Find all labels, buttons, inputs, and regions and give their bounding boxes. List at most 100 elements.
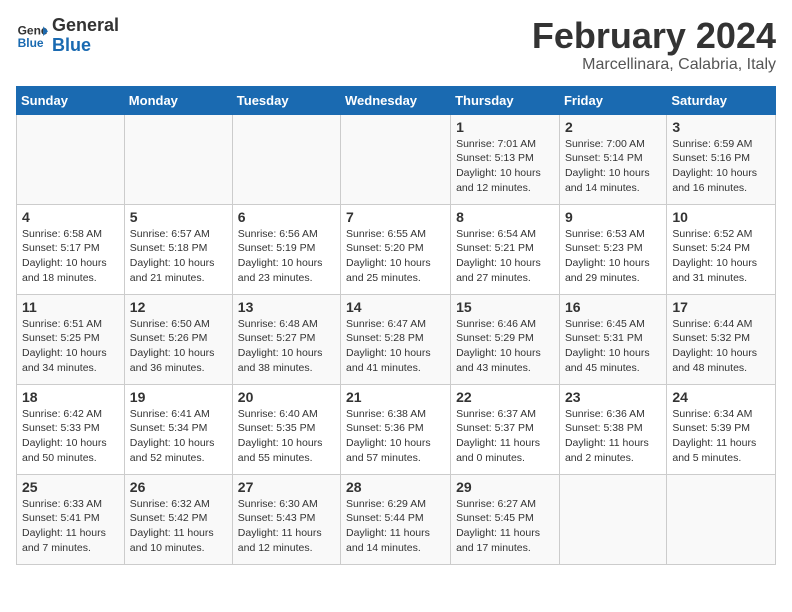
day-number: 16	[565, 299, 661, 315]
day-number: 15	[456, 299, 554, 315]
day-number: 20	[238, 389, 335, 405]
day-info: Sunrise: 6:57 AM Sunset: 5:18 PM Dayligh…	[130, 227, 227, 286]
day-number: 25	[22, 479, 119, 495]
calendar-cell: 6 Sunrise: 6:56 AM Sunset: 5:19 PM Daylig…	[232, 204, 340, 294]
day-number: 29	[456, 479, 554, 495]
weekday-header: Tuesday	[232, 86, 340, 114]
day-number: 27	[238, 479, 335, 495]
calendar-cell: 22Sunrise: 6:37 AM Sunset: 5:37 PM Dayli…	[451, 384, 560, 474]
calendar-week-row: 4 Sunrise: 6:58 AM Sunset: 5:17 PM Daylig…	[17, 204, 776, 294]
day-info: Sunrise: 6:58 AM Sunset: 5:17 PM Dayligh…	[22, 227, 119, 286]
calendar-cell: 26Sunrise: 6:32 AM Sunset: 5:42 PM Dayli…	[124, 474, 232, 564]
day-info: Sunrise: 7:00 AM Sunset: 5:14 PM Dayligh…	[565, 137, 661, 196]
calendar-cell	[341, 114, 451, 204]
day-number: 28	[346, 479, 445, 495]
day-info: Sunrise: 6:40 AM Sunset: 5:35 PM Dayligh…	[238, 407, 335, 466]
day-number: 1	[456, 119, 554, 135]
logo-icon: General Blue	[16, 20, 48, 52]
weekday-header: Sunday	[17, 86, 125, 114]
calendar-cell: 16 Sunrise: 6:45 AM Sunset: 5:31 PM Dayli…	[559, 294, 666, 384]
calendar-cell: 9 Sunrise: 6:53 AM Sunset: 5:23 PM Daylig…	[559, 204, 666, 294]
calendar-cell: 25 Sunrise: 6:33 AM Sunset: 5:41 PM Dayli…	[17, 474, 125, 564]
day-info: Sunrise: 6:38 AM Sunset: 5:36 PM Dayligh…	[346, 407, 445, 466]
calendar-week-row: 1 Sunrise: 7:01 AM Sunset: 5:13 PM Daylig…	[17, 114, 776, 204]
page-header: General Blue General Blue February 2024 …	[16, 16, 776, 74]
weekday-header: Thursday	[451, 86, 560, 114]
calendar-subtitle: Marcellinara, Calabria, Italy	[532, 56, 776, 74]
day-info: Sunrise: 6:29 AM Sunset: 5:44 PM Dayligh…	[346, 497, 445, 556]
calendar-cell: 1 Sunrise: 7:01 AM Sunset: 5:13 PM Daylig…	[451, 114, 560, 204]
calendar-cell	[17, 114, 125, 204]
day-info: Sunrise: 6:37 AM Sunset: 5:37 PM Dayligh…	[456, 407, 554, 466]
calendar-cell: 21 Sunrise: 6:38 AM Sunset: 5:36 PM Dayli…	[341, 384, 451, 474]
calendar-cell: 20 Sunrise: 6:40 AM Sunset: 5:35 PM Dayli…	[232, 384, 340, 474]
day-info: Sunrise: 6:32 AM Sunset: 5:42 PM Dayligh…	[130, 497, 227, 556]
day-number: 11	[22, 299, 119, 315]
calendar-cell: 8 Sunrise: 6:54 AM Sunset: 5:21 PM Daylig…	[451, 204, 560, 294]
calendar-cell	[667, 474, 776, 564]
weekday-header: Monday	[124, 86, 232, 114]
day-info: Sunrise: 6:52 AM Sunset: 5:24 PM Dayligh…	[672, 227, 770, 286]
calendar-cell: 24 Sunrise: 6:34 AM Sunset: 5:39 PM Dayli…	[667, 384, 776, 474]
calendar-cell: 29 Sunrise: 6:27 AM Sunset: 5:45 PM Dayli…	[451, 474, 560, 564]
weekday-header: Wednesday	[341, 86, 451, 114]
day-info: Sunrise: 6:51 AM Sunset: 5:25 PM Dayligh…	[22, 317, 119, 376]
day-info: Sunrise: 6:34 AM Sunset: 5:39 PM Dayligh…	[672, 407, 770, 466]
day-info: Sunrise: 7:01 AM Sunset: 5:13 PM Dayligh…	[456, 137, 554, 196]
logo-text: General Blue	[52, 16, 119, 56]
day-info: Sunrise: 6:41 AM Sunset: 5:34 PM Dayligh…	[130, 407, 227, 466]
day-info: Sunrise: 6:45 AM Sunset: 5:31 PM Dayligh…	[565, 317, 661, 376]
calendar-cell: 27 Sunrise: 6:30 AM Sunset: 5:43 PM Dayli…	[232, 474, 340, 564]
calendar-week-row: 18Sunrise: 6:42 AM Sunset: 5:33 PM Dayli…	[17, 384, 776, 474]
calendar-cell: 15 Sunrise: 6:46 AM Sunset: 5:29 PM Dayli…	[451, 294, 560, 384]
day-number: 4	[22, 209, 119, 225]
calendar-cell	[559, 474, 666, 564]
day-info: Sunrise: 6:59 AM Sunset: 5:16 PM Dayligh…	[672, 137, 770, 196]
day-number: 3	[672, 119, 770, 135]
calendar-cell: 17Sunrise: 6:44 AM Sunset: 5:32 PM Dayli…	[667, 294, 776, 384]
day-info: Sunrise: 6:46 AM Sunset: 5:29 PM Dayligh…	[456, 317, 554, 376]
day-number: 2	[565, 119, 661, 135]
calendar-week-row: 25 Sunrise: 6:33 AM Sunset: 5:41 PM Dayli…	[17, 474, 776, 564]
calendar-cell: 4 Sunrise: 6:58 AM Sunset: 5:17 PM Daylig…	[17, 204, 125, 294]
calendar-cell: 12Sunrise: 6:50 AM Sunset: 5:26 PM Dayli…	[124, 294, 232, 384]
day-number: 9	[565, 209, 661, 225]
calendar-cell: 2 Sunrise: 7:00 AM Sunset: 5:14 PM Daylig…	[559, 114, 666, 204]
calendar-cell: 5Sunrise: 6:57 AM Sunset: 5:18 PM Daylig…	[124, 204, 232, 294]
calendar-week-row: 11 Sunrise: 6:51 AM Sunset: 5:25 PM Dayli…	[17, 294, 776, 384]
calendar-cell: 18Sunrise: 6:42 AM Sunset: 5:33 PM Dayli…	[17, 384, 125, 474]
calendar-title: February 2024	[532, 16, 776, 56]
day-info: Sunrise: 6:53 AM Sunset: 5:23 PM Dayligh…	[565, 227, 661, 286]
day-info: Sunrise: 6:56 AM Sunset: 5:19 PM Dayligh…	[238, 227, 335, 286]
day-number: 24	[672, 389, 770, 405]
calendar-cell: 13 Sunrise: 6:48 AM Sunset: 5:27 PM Dayli…	[232, 294, 340, 384]
title-block: February 2024 Marcellinara, Calabria, It…	[532, 16, 776, 74]
day-number: 21	[346, 389, 445, 405]
day-number: 23	[565, 389, 661, 405]
day-info: Sunrise: 6:30 AM Sunset: 5:43 PM Dayligh…	[238, 497, 335, 556]
calendar-cell: 19 Sunrise: 6:41 AM Sunset: 5:34 PM Dayli…	[124, 384, 232, 474]
weekday-header: Saturday	[667, 86, 776, 114]
header-row: SundayMondayTuesdayWednesdayThursdayFrid…	[17, 86, 776, 114]
svg-text:Blue: Blue	[18, 36, 44, 50]
calendar-cell: 10 Sunrise: 6:52 AM Sunset: 5:24 PM Dayli…	[667, 204, 776, 294]
calendar-cell: 23Sunrise: 6:36 AM Sunset: 5:38 PM Dayli…	[559, 384, 666, 474]
day-info: Sunrise: 6:55 AM Sunset: 5:20 PM Dayligh…	[346, 227, 445, 286]
day-info: Sunrise: 6:48 AM Sunset: 5:27 PM Dayligh…	[238, 317, 335, 376]
day-number: 17	[672, 299, 770, 315]
day-info: Sunrise: 6:33 AM Sunset: 5:41 PM Dayligh…	[22, 497, 119, 556]
weekday-header: Friday	[559, 86, 666, 114]
day-number: 10	[672, 209, 770, 225]
calendar-cell: 7Sunrise: 6:55 AM Sunset: 5:20 PM Daylig…	[341, 204, 451, 294]
day-number: 12	[130, 299, 227, 315]
day-info: Sunrise: 6:42 AM Sunset: 5:33 PM Dayligh…	[22, 407, 119, 466]
calendar-cell: 11 Sunrise: 6:51 AM Sunset: 5:25 PM Dayli…	[17, 294, 125, 384]
day-number: 6	[238, 209, 335, 225]
day-number: 8	[456, 209, 554, 225]
day-number: 14	[346, 299, 445, 315]
day-info: Sunrise: 6:54 AM Sunset: 5:21 PM Dayligh…	[456, 227, 554, 286]
day-number: 13	[238, 299, 335, 315]
calendar-cell: 3 Sunrise: 6:59 AM Sunset: 5:16 PM Daylig…	[667, 114, 776, 204]
day-number: 19	[130, 389, 227, 405]
day-info: Sunrise: 6:27 AM Sunset: 5:45 PM Dayligh…	[456, 497, 554, 556]
